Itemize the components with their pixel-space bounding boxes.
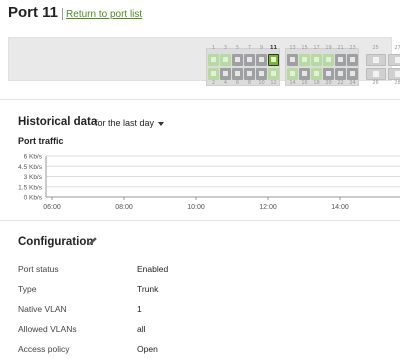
port-9[interactable]	[256, 54, 267, 66]
port-number-label: 27	[394, 45, 400, 51]
return-to-port-list-link[interactable]: Return to port list	[66, 9, 142, 20]
sfp-port-27[interactable]	[388, 54, 400, 66]
port-16[interactable]	[299, 68, 310, 80]
sfp-port-28[interactable]	[388, 68, 400, 80]
native-vlan-label: Native VLAN	[18, 304, 67, 314]
port-13[interactable]	[287, 54, 298, 66]
type-value: Trunk	[137, 284, 159, 294]
port-number-label: 23	[349, 45, 356, 51]
port-3[interactable]	[220, 54, 231, 66]
sfp-port-25[interactable]	[366, 54, 386, 66]
type-label: Type	[18, 284, 37, 294]
x-tick-label: 14:00	[331, 204, 349, 211]
y-tick-label: 1.5 Kb/s	[18, 184, 43, 191]
port-19[interactable]	[323, 54, 334, 66]
port-number-label: 11	[270, 45, 277, 51]
port-number-label: 28	[394, 80, 400, 86]
port-number-label: 10	[258, 80, 265, 86]
port-number-label: 26	[372, 80, 379, 86]
port-24[interactable]	[347, 68, 358, 80]
port-2[interactable]	[208, 68, 219, 80]
port-number-label: 9	[259, 45, 264, 51]
port-11[interactable]	[268, 54, 279, 66]
title-separator	[62, 8, 64, 20]
allowed-vlans-value: all	[137, 324, 146, 334]
x-tick-label: 12:00	[259, 204, 277, 211]
section-divider	[0, 220, 400, 221]
access-policy-label: Access policy	[18, 344, 70, 354]
port-number-label: 15	[301, 45, 308, 51]
y-tick-label: 0 Kb/s	[24, 195, 43, 202]
port-number-label: 24	[349, 80, 356, 86]
chart-title: Port traffic	[18, 136, 64, 146]
y-tick-label: 4.5 Kb/s	[18, 164, 43, 171]
port-number-label: 6	[235, 80, 240, 86]
port-number-label: 14	[289, 80, 296, 86]
page-header: Port 11 Return to port list	[8, 4, 142, 24]
port-number-label: 16	[301, 80, 308, 86]
port-number-label: 25	[372, 45, 379, 51]
caret-down-icon	[158, 121, 165, 126]
time-range-dropdown[interactable]: for the last day	[95, 118, 165, 128]
native-vlan-value: 1	[137, 304, 142, 314]
time-range-value: for the last day	[95, 118, 155, 128]
port-number-label: 8	[247, 80, 252, 86]
port-10[interactable]	[256, 68, 267, 80]
access-policy-value: Open	[137, 344, 158, 354]
port-traffic-chart: 6 Kb/s 4.5 Kb/s 3 Kb/s 1.5 Kb/s 0 Kb/s06:00 0…	[18, 154, 400, 211]
port-number-label: 21	[337, 45, 344, 51]
port-14[interactable]	[287, 68, 298, 80]
port-12[interactable]	[268, 68, 279, 80]
port-status-label: Port status	[18, 264, 59, 274]
port-number-label: 19	[325, 45, 332, 51]
port-7[interactable]	[244, 54, 255, 66]
port-number-label: 7	[247, 45, 252, 51]
port-number-label: 22	[337, 80, 344, 86]
section-divider	[0, 99, 400, 100]
x-tick-label: 08:00	[115, 204, 133, 211]
port-number-label: 17	[313, 45, 320, 51]
port-5[interactable]	[232, 54, 243, 66]
historical-data-title: Historical data	[18, 116, 98, 128]
port-18[interactable]	[311, 68, 322, 80]
configuration-title: Configuration	[18, 236, 94, 248]
port-21[interactable]	[335, 54, 346, 66]
y-tick-label: 3 Kb/s	[24, 174, 43, 181]
edit-pencil-icon[interactable]	[88, 236, 98, 246]
port-number-label: 1	[211, 45, 216, 51]
y-tick-label: 6 Kb/s	[24, 154, 43, 161]
port-number-label: 20	[325, 80, 332, 86]
port-number-label: 12	[270, 80, 277, 86]
sfp-port-26[interactable]	[366, 68, 386, 80]
port-status-value: Enabled	[137, 264, 169, 274]
port-number-label: 2	[211, 80, 216, 86]
port-number-label: 18	[313, 80, 320, 86]
port-17[interactable]	[311, 54, 322, 66]
x-tick-label: 06:00	[43, 204, 61, 211]
port-4[interactable]	[220, 68, 231, 80]
allowed-vlans-label: Allowed VLANs	[18, 324, 77, 334]
port-8[interactable]	[244, 68, 255, 80]
port-6[interactable]	[232, 68, 243, 80]
page-title: Port 11	[8, 4, 59, 21]
x-tick-label: 10:00	[187, 204, 205, 211]
port-1[interactable]	[208, 54, 219, 66]
port-15[interactable]	[299, 54, 310, 66]
port-20[interactable]	[323, 68, 334, 80]
port-23[interactable]	[347, 54, 358, 66]
switch-diagram: 1 2 3 4 5 6 7 8 9 10 11 12 13 14 15 16 17 18 19 20 21 22 23 24 2…	[8, 37, 400, 86]
port-number-label: 3	[223, 45, 228, 51]
port-number-label: 13	[289, 45, 296, 51]
port-number-label: 4	[223, 80, 228, 86]
port-number-label: 5	[235, 45, 240, 51]
port-22[interactable]	[335, 68, 346, 80]
